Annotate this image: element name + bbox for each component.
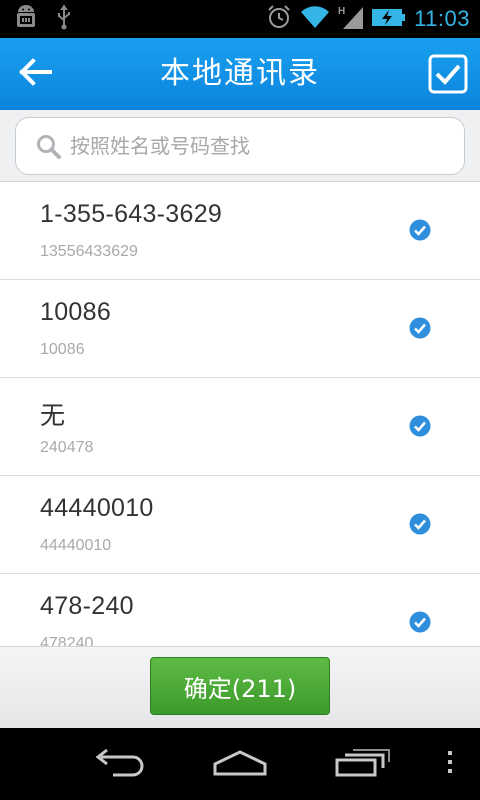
contact-number: 478240 [40, 635, 94, 646]
home-icon [211, 747, 269, 781]
contact-name: 44440010 [40, 494, 154, 522]
contact-row[interactable]: 44440010 44440010 [0, 476, 480, 574]
contact-name: 1-355-643-3629 [40, 200, 223, 228]
checkbox-checked-icon [428, 54, 468, 98]
checked-icon[interactable] [409, 219, 431, 241]
contact-name: 无 [40, 402, 66, 430]
nav-home-button[interactable] [210, 746, 270, 782]
checked-icon[interactable] [409, 513, 431, 535]
search-area [0, 110, 480, 182]
back-icon [93, 747, 147, 781]
checked-icon[interactable] [409, 317, 431, 339]
title-bar: 本地通讯录 [0, 38, 480, 110]
menu-dots-icon [446, 749, 454, 779]
svg-text:H: H [338, 6, 345, 17]
contact-row[interactable]: 1-355-643-3629 13556433629 [0, 182, 480, 280]
contact-name: 478-240 [40, 592, 134, 620]
contact-name: 10086 [40, 298, 112, 326]
nav-menu-button[interactable] [440, 746, 460, 782]
contact-list[interactable]: 1-355-643-3629 13556433629 10086 10086 无… [0, 182, 480, 646]
contact-row[interactable]: 10086 10086 [0, 280, 480, 378]
battery-charging-icon [372, 6, 406, 32]
nav-back-button[interactable] [92, 746, 148, 782]
confirm-button[interactable]: 确定(211) [150, 657, 330, 715]
search-box[interactable] [15, 117, 465, 175]
contact-number: 13556433629 [40, 243, 138, 260]
checked-icon[interactable] [409, 415, 431, 437]
android-debug-icon [14, 4, 38, 34]
usb-icon [56, 4, 72, 34]
contact-number: 44440010 [40, 537, 112, 554]
back-arrow-icon [18, 58, 52, 90]
navigation-bar [0, 728, 480, 800]
page-title: 本地通讯录 [160, 56, 320, 91]
status-bar: H 11:03 [0, 0, 480, 38]
checked-icon[interactable] [409, 611, 431, 633]
search-input[interactable] [70, 118, 450, 174]
select-all-button[interactable] [428, 54, 468, 94]
contact-row[interactable]: 无 240478 [0, 378, 480, 476]
recents-icon [333, 746, 391, 782]
contact-row[interactable]: 478-240 478240 [0, 574, 480, 646]
status-time: 11:03 [414, 6, 470, 31]
alarm-icon [266, 4, 292, 34]
nav-recents-button[interactable] [332, 746, 392, 782]
wifi-icon [300, 5, 330, 33]
back-button[interactable] [10, 52, 60, 96]
signal-icon: H [338, 4, 364, 34]
contact-number: 240478 [40, 439, 94, 456]
bottom-bar: 确定(211) [0, 646, 480, 728]
contact-number: 10086 [40, 341, 85, 358]
search-icon [36, 134, 62, 160]
